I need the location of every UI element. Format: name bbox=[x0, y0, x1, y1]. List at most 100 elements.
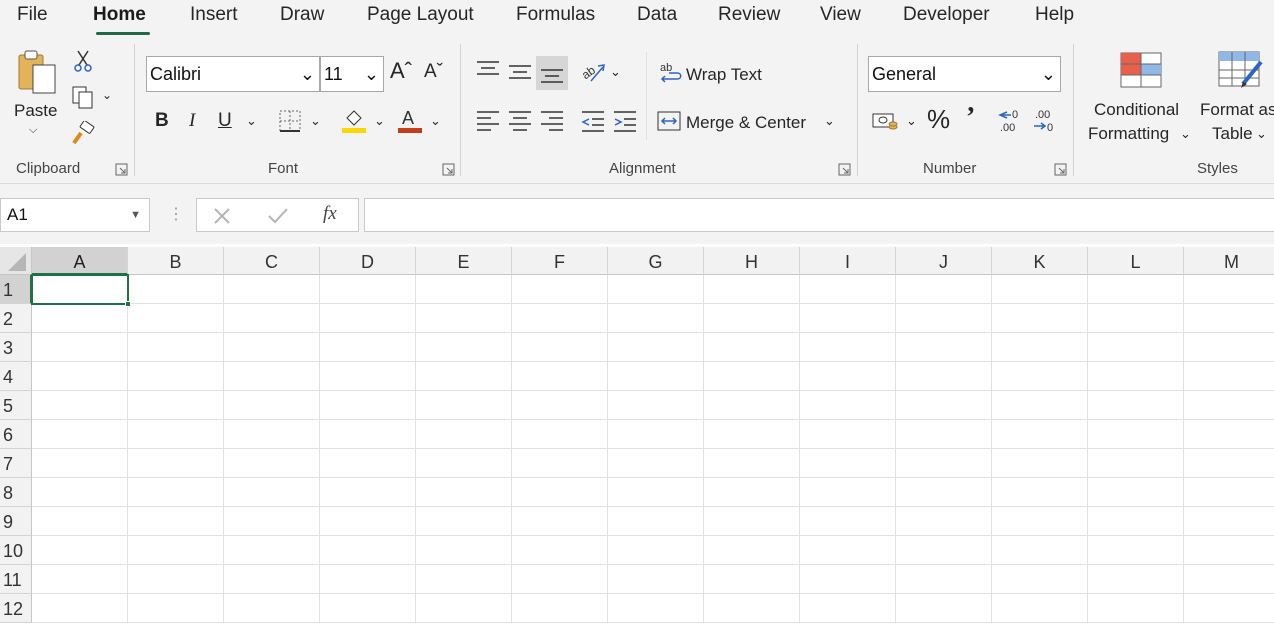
cell-e3[interactable] bbox=[416, 333, 512, 362]
tab-help[interactable]: Help bbox=[1035, 4, 1074, 26]
row-header-6[interactable]: 6 bbox=[0, 420, 32, 449]
cell-g4[interactable] bbox=[608, 362, 704, 391]
cell-b8[interactable] bbox=[128, 478, 224, 507]
cell-f2[interactable] bbox=[512, 304, 608, 333]
cell-i8[interactable] bbox=[800, 478, 896, 507]
cell-b2[interactable] bbox=[128, 304, 224, 333]
cell-e4[interactable] bbox=[416, 362, 512, 391]
conditional-formatting-button[interactable] bbox=[1118, 50, 1164, 90]
cell-g6[interactable] bbox=[608, 420, 704, 449]
cell-g5[interactable] bbox=[608, 391, 704, 420]
cell-b4[interactable] bbox=[128, 362, 224, 391]
cell-b5[interactable] bbox=[128, 391, 224, 420]
cell-k4[interactable] bbox=[992, 362, 1088, 391]
cell-i4[interactable] bbox=[800, 362, 896, 391]
formula-input[interactable] bbox=[364, 198, 1274, 232]
cell-l5[interactable] bbox=[1088, 391, 1184, 420]
row-header-4[interactable]: 4 bbox=[0, 362, 32, 391]
cell-c10[interactable] bbox=[224, 536, 320, 565]
cell-i3[interactable] bbox=[800, 333, 896, 362]
cell-a9[interactable] bbox=[32, 507, 128, 536]
comma-style-icon[interactable]: ’ bbox=[966, 102, 975, 134]
cell-d4[interactable] bbox=[320, 362, 416, 391]
cell-h12[interactable] bbox=[704, 594, 800, 623]
cell-c4[interactable] bbox=[224, 362, 320, 391]
cell-g9[interactable] bbox=[608, 507, 704, 536]
cut-button[interactable] bbox=[70, 48, 96, 74]
column-header-e[interactable]: E bbox=[416, 247, 512, 275]
cell-a5[interactable] bbox=[32, 391, 128, 420]
cell-a12[interactable] bbox=[32, 594, 128, 623]
cell-m10[interactable] bbox=[1184, 536, 1274, 565]
tab-page-layout[interactable]: Page Layout bbox=[367, 4, 474, 26]
cell-h9[interactable] bbox=[704, 507, 800, 536]
cell-j1[interactable] bbox=[896, 275, 992, 304]
cell-g7[interactable] bbox=[608, 449, 704, 478]
tab-data[interactable]: Data bbox=[637, 4, 677, 26]
cell-e8[interactable] bbox=[416, 478, 512, 507]
cell-i7[interactable] bbox=[800, 449, 896, 478]
cell-d5[interactable] bbox=[320, 391, 416, 420]
row-header-2[interactable]: 2 bbox=[0, 304, 32, 333]
cell-c6[interactable] bbox=[224, 420, 320, 449]
cell-b12[interactable] bbox=[128, 594, 224, 623]
cell-j12[interactable] bbox=[896, 594, 992, 623]
row-header-12[interactable]: 12 bbox=[0, 594, 32, 623]
cell-k10[interactable] bbox=[992, 536, 1088, 565]
cell-h2[interactable] bbox=[704, 304, 800, 333]
cell-f11[interactable] bbox=[512, 565, 608, 594]
cell-l9[interactable] bbox=[1088, 507, 1184, 536]
cell-e7[interactable] bbox=[416, 449, 512, 478]
accounting-dropdown-arrow[interactable]: ⌄ bbox=[906, 113, 917, 129]
format-painter-button[interactable] bbox=[70, 120, 96, 146]
cell-i10[interactable] bbox=[800, 536, 896, 565]
cell-f12[interactable] bbox=[512, 594, 608, 623]
cell-b1[interactable] bbox=[128, 275, 224, 304]
cell-f8[interactable] bbox=[512, 478, 608, 507]
cancel-icon[interactable] bbox=[213, 207, 231, 225]
row-header-5[interactable]: 5 bbox=[0, 391, 32, 420]
cell-l4[interactable] bbox=[1088, 362, 1184, 391]
cell-f6[interactable] bbox=[512, 420, 608, 449]
cell-f1[interactable] bbox=[512, 275, 608, 304]
paste-button[interactable] bbox=[14, 48, 60, 98]
copy-button[interactable] bbox=[68, 84, 98, 110]
cell-e11[interactable] bbox=[416, 565, 512, 594]
underline-button[interactable]: U bbox=[218, 110, 232, 132]
row-header-8[interactable]: 8 bbox=[0, 478, 32, 507]
cell-c11[interactable] bbox=[224, 565, 320, 594]
cell-b11[interactable] bbox=[128, 565, 224, 594]
row-header-11[interactable]: 11 bbox=[0, 565, 32, 594]
number-launcher-icon[interactable] bbox=[1054, 163, 1067, 176]
font-size-increase-icon[interactable]: Aˆ bbox=[390, 58, 412, 84]
cell-d1[interactable] bbox=[320, 275, 416, 304]
format-as-table-label-1[interactable]: Format as bbox=[1200, 100, 1274, 120]
paste-dropdown-arrow[interactable]: ⌵ bbox=[29, 124, 37, 137]
align-middle-icon[interactable] bbox=[508, 62, 532, 84]
row-header-9[interactable]: 9 bbox=[0, 507, 32, 536]
cell-e12[interactable] bbox=[416, 594, 512, 623]
align-top-icon[interactable] bbox=[476, 60, 500, 82]
orientation-dropdown-arrow[interactable]: ⌄ bbox=[610, 64, 621, 80]
italic-button[interactable]: I bbox=[189, 110, 195, 132]
enter-icon[interactable] bbox=[267, 207, 289, 225]
wrap-text-button[interactable]: Wrap Text bbox=[686, 65, 762, 85]
column-header-j[interactable]: J bbox=[896, 247, 992, 275]
cell-g10[interactable] bbox=[608, 536, 704, 565]
cell-h4[interactable] bbox=[704, 362, 800, 391]
tab-review[interactable]: Review bbox=[718, 4, 780, 26]
increase-decimal-button[interactable]: 0 .00 bbox=[998, 106, 1026, 136]
row-header-10[interactable]: 10 bbox=[0, 536, 32, 565]
format-as-table-button[interactable] bbox=[1216, 50, 1266, 92]
cell-k6[interactable] bbox=[992, 420, 1088, 449]
cell-k12[interactable] bbox=[992, 594, 1088, 623]
cell-g3[interactable] bbox=[608, 333, 704, 362]
cell-c2[interactable] bbox=[224, 304, 320, 333]
cell-i6[interactable] bbox=[800, 420, 896, 449]
cell-b10[interactable] bbox=[128, 536, 224, 565]
cell-j8[interactable] bbox=[896, 478, 992, 507]
tab-home[interactable]: Home bbox=[93, 4, 146, 26]
cell-c1[interactable] bbox=[224, 275, 320, 304]
cell-j3[interactable] bbox=[896, 333, 992, 362]
cell-c9[interactable] bbox=[224, 507, 320, 536]
